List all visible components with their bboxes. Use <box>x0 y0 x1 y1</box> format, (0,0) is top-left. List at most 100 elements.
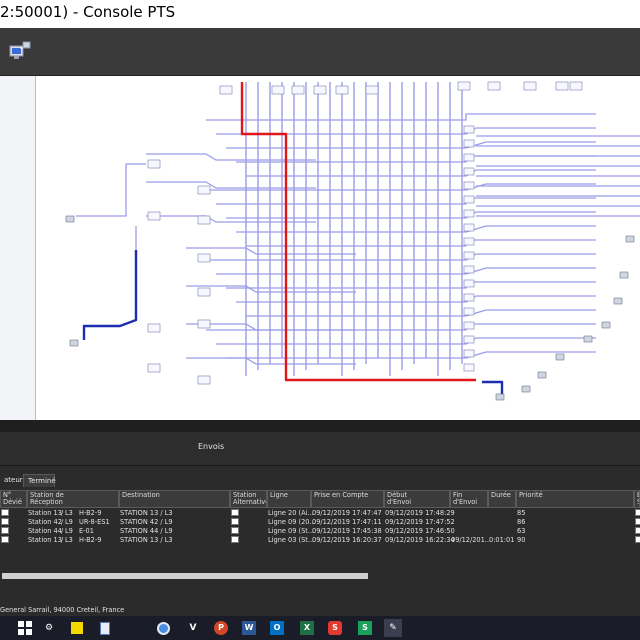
table-row[interactable]: Station 42 / L9 UR-8-ES1 STATION 42 / L9… <box>0 518 640 527</box>
table-row[interactable]: Station 44 / L9 E-01 STATION 44 / L9 Lig… <box>0 527 640 536</box>
switch-node <box>463 139 475 148</box>
settings-icon[interactable]: ⚙ <box>40 619 58 637</box>
switch-node <box>335 85 349 95</box>
word-icon[interactable]: W <box>240 619 258 637</box>
station-terminal-icon <box>583 335 593 343</box>
excel-icon[interactable]: X <box>298 619 316 637</box>
es-checkbox[interactable] <box>635 527 640 534</box>
powerpoint-icon[interactable]: P <box>212 619 230 637</box>
switch-node <box>463 153 475 162</box>
switch-node <box>197 253 211 263</box>
switch-node <box>463 335 475 344</box>
switch-node <box>463 251 475 260</box>
sticky-notes-icon[interactable] <box>68 619 86 637</box>
column-header-destination[interactable]: Destination <box>119 490 230 508</box>
table-row[interactable]: Station 13 / L3 H-B2-9 STATION 13 / L3 L… <box>0 536 640 545</box>
switch-node <box>463 237 475 246</box>
tab-termine[interactable]: Terminé <box>23 474 56 487</box>
column-header-fin-envoi[interactable]: Fin d'Envoi <box>450 490 488 508</box>
wire-left <box>76 163 146 217</box>
switch-node <box>463 181 475 190</box>
cell-prise: 09/12/2019 17:47:47 <box>312 509 382 517</box>
column-header-debut-envoi[interactable]: Début d'Envoi <box>384 490 450 508</box>
horizontal-scrollbar[interactable] <box>0 572 640 580</box>
cell-sep: / <box>61 509 64 517</box>
switch-node <box>463 307 475 316</box>
station-terminal-icon <box>65 215 75 223</box>
switch-node <box>219 85 233 95</box>
cell-duree: 0:01:01 <box>489 536 515 544</box>
cell-sep: / <box>61 536 64 544</box>
pen-tool-icon[interactable]: ✎ <box>384 619 402 637</box>
tab-ateur[interactable]: ateur <box>0 474 23 487</box>
devie-checkbox[interactable] <box>1 518 9 525</box>
toolbar <box>0 28 640 76</box>
highlighted-route <box>240 82 476 382</box>
cell-code: H-B2-9 <box>79 536 102 544</box>
alternative-checkbox[interactable] <box>231 536 239 543</box>
alternative-checkbox[interactable] <box>231 527 239 534</box>
cell-line-code: L9 <box>65 527 73 535</box>
cell-fin: 09/12/201... <box>451 536 492 544</box>
switch-node <box>463 321 475 330</box>
wire-branch <box>206 253 596 261</box>
switch-node <box>463 167 475 176</box>
es-checkbox[interactable] <box>635 509 640 516</box>
windows-start-icon[interactable] <box>16 619 34 637</box>
devie-checkbox[interactable] <box>1 527 9 534</box>
wire-branch <box>246 239 596 247</box>
devie-checkbox[interactable] <box>1 536 9 543</box>
column-header-devie[interactable]: N° Dévié <box>0 490 27 508</box>
cell-sep: / <box>61 518 64 526</box>
column-header-priorite[interactable]: Priorité <box>516 490 634 508</box>
switch-node <box>463 293 475 302</box>
snagit-icon[interactable]: S <box>326 619 344 637</box>
cell-ligne: Ligne 20 (Ai... <box>268 509 314 517</box>
wire-branch <box>216 337 596 345</box>
panel-divider[interactable] <box>0 420 640 432</box>
cell-destination: STATION 13 / L3 <box>120 509 173 517</box>
wire-branch <box>246 169 596 177</box>
cell-destination: STATION 42 / L9 <box>120 518 173 526</box>
wire-branch <box>236 155 596 163</box>
wire-branch <box>206 113 596 121</box>
station-terminal-icon <box>625 235 635 243</box>
cell-destination: STATION 44 / L9 <box>120 527 173 535</box>
app-icon[interactable]: S <box>356 619 374 637</box>
scrollbar-thumb[interactable] <box>2 573 368 579</box>
cell-debut: 09/12/2019 17:48:29 <box>385 509 455 517</box>
alternative-checkbox[interactable] <box>231 509 239 516</box>
cell-debut: 09/12/2019 17:47:52 <box>385 518 455 526</box>
alternative-checkbox[interactable] <box>231 518 239 525</box>
cell-station: Station 42 <box>28 518 62 526</box>
cell-priorite: 90 <box>517 536 526 544</box>
column-header-es[interactable]: E S <box>634 490 640 508</box>
network-monitor-icon[interactable] <box>8 40 32 64</box>
outlook-icon[interactable]: O <box>268 619 286 637</box>
switch-node <box>197 319 211 329</box>
envois-panel-header: Envois <box>0 432 640 466</box>
wire-left <box>146 215 316 223</box>
devie-checkbox[interactable] <box>1 509 9 516</box>
es-checkbox[interactable] <box>635 518 640 525</box>
network-diagram-canvas[interactable] <box>36 76 640 420</box>
network-diagram[interactable] <box>36 76 640 420</box>
column-header-station-reception[interactable]: Station de Réception <box>27 490 119 508</box>
pts-console-window: 2:50001) - Console PTS Envois ateur Term… <box>0 0 640 640</box>
column-header-ligne[interactable]: Ligne <box>267 490 311 508</box>
column-header-prise-en-compte[interactable]: Prise en Compte <box>311 490 384 508</box>
document-icon[interactable] <box>96 619 114 637</box>
column-header-duree[interactable]: Durée <box>488 490 516 508</box>
station-terminal-icon <box>537 371 547 379</box>
table-row[interactable]: Station 13 / L3 H-B2-9 STATION 13 / L3 L… <box>0 509 640 518</box>
wire-branch <box>246 309 596 317</box>
column-header-station-alternative[interactable]: Station Alternative <box>230 490 267 508</box>
switch-node <box>487 81 501 91</box>
switch-node <box>569 81 583 91</box>
cell-prise: 09/12/2019 17:47:11 <box>312 518 382 526</box>
station-terminal-icon <box>521 385 531 393</box>
cell-prise: 09/12/2019 17:45:38 <box>312 527 382 535</box>
vpn-icon[interactable]: V <box>184 619 202 637</box>
es-checkbox[interactable] <box>635 536 640 543</box>
browser-icon[interactable] <box>154 619 172 637</box>
